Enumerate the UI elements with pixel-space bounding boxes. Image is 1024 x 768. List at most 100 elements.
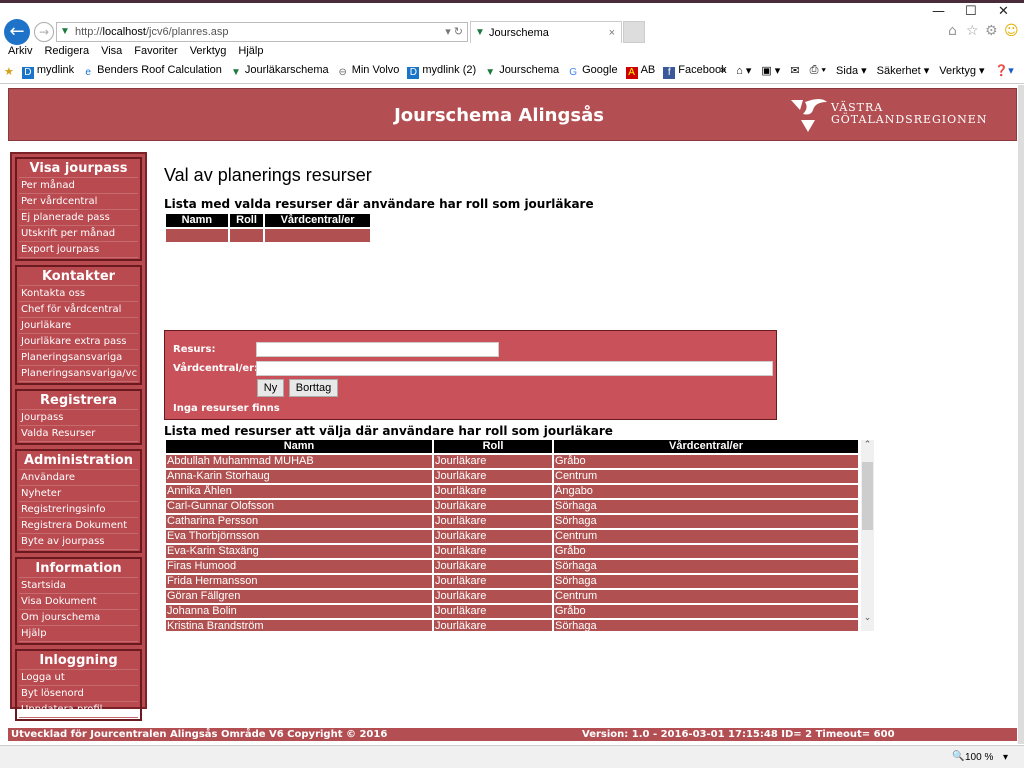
sidebar-link[interactable]: Registrera Dokument [19, 518, 138, 534]
smiley-icon[interactable]: ☺ [1004, 23, 1019, 39]
new-tab-button[interactable] [623, 21, 645, 43]
sidebar-link[interactable]: Hjälp [19, 626, 138, 642]
table-row[interactable]: Firas Humood Jourläkare Sörhaga [166, 560, 858, 573]
tab-jourschema[interactable]: ▼ Jourschema × [470, 21, 622, 43]
print-icon[interactable]: ⎙ ▾ [810, 64, 826, 77]
fav-google[interactable]: G Google [567, 64, 617, 79]
safety-menu[interactable]: Säkerhet ▾ [877, 64, 930, 77]
cell-vardcentral: Centrum [554, 530, 858, 543]
sidebar-link[interactable]: Visa Dokument [19, 594, 138, 610]
sidebar-link[interactable]: Uppdatera profil [19, 702, 138, 718]
table-row[interactable]: Kristina Brandström Jourläkare Sörhaga [166, 620, 858, 631]
sidebar-section: Kontakter Kontakta oss Chef för vårdcentra… [15, 265, 142, 385]
cell-vardcentral: Gråbo [554, 455, 858, 468]
sidebar-link[interactable]: Jourpass [19, 410, 138, 426]
fav-facebook[interactable]: f Facebook [663, 64, 727, 79]
sidebar-link[interactable]: Per månad [19, 178, 138, 194]
page-menu[interactable]: Sida ▾ [836, 64, 867, 77]
sidebar-link[interactable]: Ej planerade pass [19, 210, 138, 226]
sidebar-link[interactable]: Jourläkare [19, 318, 138, 334]
sidebar-link[interactable]: Export jourpass [19, 242, 138, 258]
sidebar-link[interactable]: Valda Resurser [19, 426, 138, 442]
table-row[interactable]: Göran Fällgren Jourläkare Centrum [166, 590, 858, 603]
sidebar-link[interactable]: Användare [19, 470, 138, 486]
home-icon[interactable]: ⌂ [948, 23, 957, 39]
close-window-icon[interactable]: ✕ [998, 4, 1009, 19]
table-row[interactable]: Frida Hermansson Jourläkare Sörhaga [166, 575, 858, 588]
table-row[interactable]: Johanna Bolin Jourläkare Gråbo [166, 605, 858, 618]
sidebar-section: Administration Användare Nyheter Registreri… [15, 449, 142, 553]
site-icon: ▼ [475, 27, 485, 38]
zoom-dropdown-icon[interactable]: ▾ [1003, 752, 1008, 763]
menu-hjalp[interactable]: Hjälp [238, 45, 263, 57]
back-button[interactable]: ← [4, 19, 30, 45]
fav-min-volvo[interactable]: ⊖ Min Volvo [337, 64, 399, 79]
feeds-icon[interactable]: ▣ ▾ [761, 64, 780, 77]
scroll-down-icon[interactable]: ⌄ [861, 613, 874, 623]
favorites-star-icon[interactable]: ☆ [966, 23, 979, 39]
menu-favoriter[interactable]: Favoriter [134, 45, 177, 57]
cell-role: Jourläkare [434, 605, 552, 618]
scroll-thumb[interactable] [862, 462, 873, 530]
sidebar-section-title: Information [19, 560, 138, 578]
table-row[interactable]: Catharina Persson Jourläkare Sörhaga [166, 515, 858, 528]
sidebar-link[interactable]: Kontakta oss [19, 286, 138, 302]
menu-redigera[interactable]: Redigera [44, 45, 89, 57]
minimize-icon[interactable]: — [932, 4, 945, 19]
vardcentral-input[interactable] [256, 361, 773, 376]
sidebar-link[interactable]: Planeringsansvariga [19, 350, 138, 366]
url-path: /jcv6/planres.asp [145, 26, 229, 38]
sidebar-link[interactable]: Startsida [19, 578, 138, 594]
sidebar-section: Registrera Jourpass Valda Resurser [15, 389, 142, 445]
sidebar-link[interactable]: Registreringsinfo [19, 502, 138, 518]
table-row[interactable]: Carl-Gunnar Olofsson Jourläkare Sörhaga [166, 500, 858, 513]
zoom-level[interactable]: 100 % [965, 752, 993, 763]
table-row[interactable]: Abdullah Muhammad MUHAB Jourläkare Gråbo [166, 455, 858, 468]
cell-vardcentral: Sörhaga [554, 515, 858, 528]
zoom-icon[interactable]: 🔍 [952, 751, 964, 762]
refresh-icon[interactable]: ▾ ↻ [445, 23, 463, 41]
table-row[interactable]: Eva Thorbjörnsson Jourläkare Centrum [166, 530, 858, 543]
sidebar-link[interactable]: Jourläkare extra pass [19, 334, 138, 350]
fav-ab[interactable]: A AB [625, 64, 655, 79]
fav-jourschema[interactable]: ▼ Jourschema [484, 64, 559, 79]
fav-mydlink-2[interactable]: Dmydlink (2) [407, 64, 476, 79]
fav-mydlink[interactable]: Dmydlink [21, 64, 74, 79]
help-icon[interactable]: ❓▾ [995, 64, 1014, 77]
list-scrollbar[interactable]: ⌃ ⌄ [861, 440, 874, 631]
fav-benders[interactable]: e Benders Roof Calculation [82, 64, 222, 79]
table-row[interactable]: Annika Åhlen Jourläkare Ängabo [166, 485, 858, 498]
sidebar-link[interactable]: Chef för vårdcentral [19, 302, 138, 318]
new-button[interactable]: Ny [257, 379, 284, 397]
menu-visa[interactable]: Visa [101, 45, 122, 57]
resurs-input[interactable] [256, 342, 499, 357]
sidebar-link[interactable]: Per vårdcentral [19, 194, 138, 210]
sidebar-link[interactable]: Utskrift per månad [19, 226, 138, 242]
scroll-up-icon[interactable]: ⌃ [861, 440, 874, 450]
sidebar-link[interactable]: Logga ut [19, 670, 138, 686]
fav-jourlakarschema[interactable]: ▼ Jourläkarschema [230, 64, 329, 79]
more-icon[interactable]: » [720, 64, 726, 77]
table-row[interactable]: Anna-Karin Storhaug Jourläkare Centrum [166, 470, 858, 483]
sidebar-link[interactable]: Byte av jourpass [19, 534, 138, 550]
sidebar-link[interactable]: Byt lösenord [19, 686, 138, 702]
sidebar-link[interactable]: Om jourschema [19, 610, 138, 626]
tools-menu[interactable]: Verktyg ▾ [939, 64, 984, 77]
forward-button[interactable]: → [34, 22, 54, 42]
close-tab-icon[interactable]: × [609, 22, 615, 44]
sidebar-link[interactable]: Nyheter [19, 486, 138, 502]
address-bar[interactable]: ▼ http://localhost/jcv6/planres.asp ▾ ↻ [56, 22, 468, 42]
add-favorite-icon[interactable]: ★ [4, 65, 14, 78]
delete-button[interactable]: Borttag [289, 379, 338, 397]
menu-verktyg[interactable]: Verktyg [190, 45, 227, 57]
cell-vardcentral: Gråbo [554, 605, 858, 618]
mail-icon[interactable]: ✉ [790, 64, 799, 77]
table-row[interactable]: Eva-Karin Staxäng Jourläkare Gråbo [166, 545, 858, 558]
gear-icon[interactable]: ⚙ [985, 23, 998, 39]
cell-role: Jourläkare [434, 485, 552, 498]
sidebar-link[interactable]: Planeringsansvariga/vc [19, 366, 138, 382]
menu-arkiv[interactable]: Arkiv [8, 45, 32, 57]
home-command-icon[interactable]: ⌂ ▾ [736, 64, 751, 77]
sidebar-section: Visa jourpass Per månad Per vårdcentral Ej … [15, 157, 142, 261]
maximize-icon[interactable]: ☐ [965, 4, 977, 19]
